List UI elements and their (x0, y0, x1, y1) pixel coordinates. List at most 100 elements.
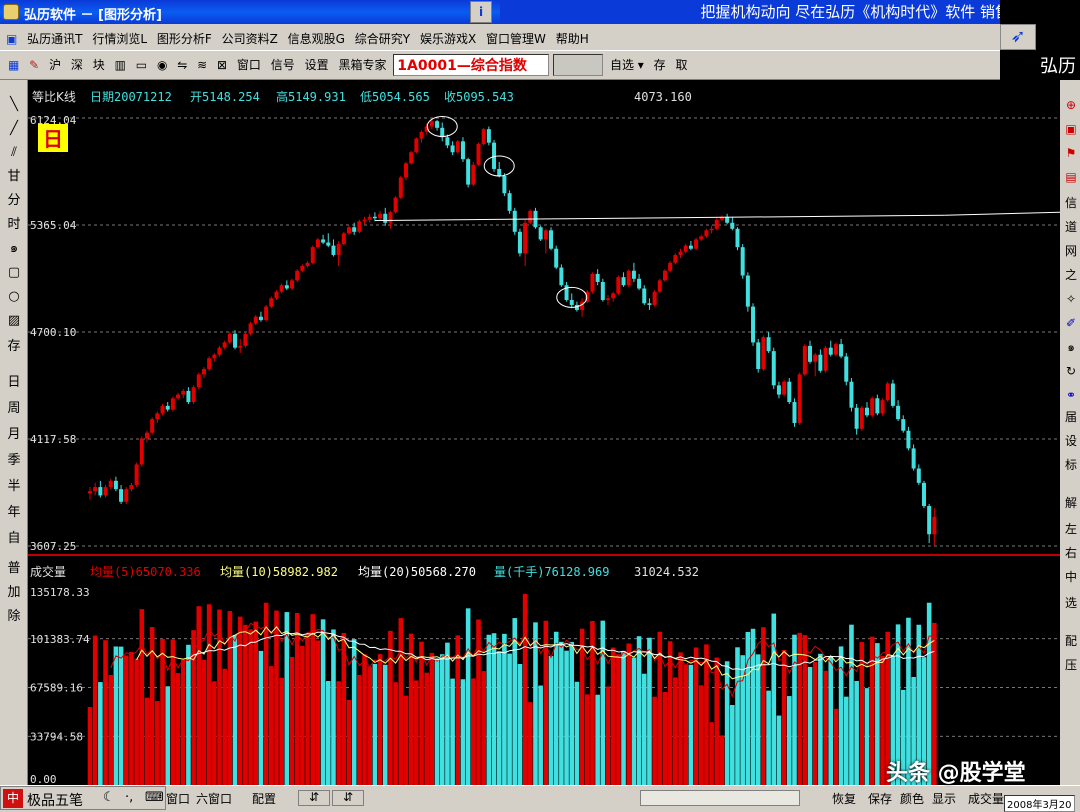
right-tool-she[interactable]: 设 (1062, 430, 1080, 452)
candle-body (388, 212, 393, 223)
toolbar-window[interactable]: 窗口 (234, 54, 264, 76)
right-tool-jiejie[interactable]: 解 (1062, 492, 1080, 514)
candle-body (429, 121, 434, 127)
spiral-tool-icon[interactable]: ๑ (2, 238, 26, 260)
code-extra-field[interactable] (553, 54, 604, 76)
status-volume[interactable]: 成交量 (968, 790, 1004, 807)
circle-tool-icon[interactable]: ○ (2, 286, 26, 308)
right-tool-wang[interactable]: 网 (1062, 240, 1080, 262)
status-color[interactable]: 颜色 (900, 790, 924, 807)
period-week[interactable]: 周 (2, 398, 26, 420)
pointer-icon[interactable]: ✧ (1062, 288, 1080, 310)
status-restore[interactable]: 恢复 (832, 790, 856, 807)
menu-item-help[interactable]: 帮助H (553, 24, 592, 47)
period-year[interactable]: 年 (2, 502, 26, 524)
period-month[interactable]: 月 (2, 424, 26, 446)
grid-icon[interactable]: ▦ (0, 54, 22, 76)
period-quarter[interactable]: 季 (2, 450, 26, 472)
status-config[interactable]: 配置 (252, 790, 276, 807)
adjust-normal[interactable]: 普 (2, 558, 26, 580)
box-icon[interactable]: ▣ (1062, 118, 1080, 140)
menu-item-games[interactable]: 娱乐游戏X (417, 24, 479, 47)
right-tool-dao[interactable]: 道 (1062, 216, 1080, 238)
ray-tool-icon[interactable]: ╱ (2, 118, 26, 140)
adjust-remove[interactable]: 除 (2, 606, 26, 628)
chart-area[interactable]: 6124.04 5365.04 4700.10 4117.58 3607.25 1351… (28, 80, 1060, 785)
pattern-icon[interactable]: ≋ (194, 54, 210, 76)
pen-icon[interactable]: ✐ (1062, 312, 1080, 334)
menu-item-quotes[interactable]: 行情浏览L (89, 24, 150, 47)
left-tool-save[interactable]: 存 (2, 336, 26, 358)
load-button[interactable]: 取 (673, 54, 691, 76)
candle-body (512, 210, 517, 232)
left-tool-fen[interactable]: 分 (2, 190, 26, 212)
grid2-icon[interactable]: ▤ (1062, 166, 1080, 188)
scrollbar[interactable] (640, 790, 800, 806)
right-tool-right[interactable]: 右 (1062, 542, 1080, 564)
adjust-add[interactable]: 加 (2, 582, 26, 604)
keyboard-icon[interactable]: ⌨ (145, 790, 164, 805)
status-six-window[interactable]: 六窗口 (196, 790, 232, 807)
period-half[interactable]: 半 (2, 476, 26, 498)
volume-bar (688, 664, 694, 785)
ime-bar[interactable]: 中 极品五笔 ☾ ·, ⌨ (0, 786, 166, 810)
line-tool-icon[interactable]: ╲ (2, 94, 26, 116)
toolbar-settings[interactable]: 设置 (302, 54, 332, 76)
spin-down-icon[interactable]: ⇵ (332, 790, 364, 806)
right-tool-zhi[interactable]: 之 (1062, 264, 1080, 286)
right-tool-left[interactable]: 左 (1062, 518, 1080, 540)
moon-icon[interactable]: ☾ (103, 790, 115, 805)
watchlist-select[interactable]: 自选 ▾ (607, 54, 647, 76)
close-box-icon[interactable]: ⊠ (214, 54, 230, 76)
right-tool-select[interactable]: 选 (1062, 592, 1080, 614)
toolbar-blackbox[interactable]: 黑箱专家 (335, 54, 389, 76)
left-tool-shi[interactable]: 时 (2, 214, 26, 236)
candle-body (600, 281, 605, 300)
volume-bar (600, 620, 606, 785)
right-tool-pei[interactable]: 配 (1062, 630, 1080, 652)
candle-body (927, 506, 932, 535)
menu-item-info[interactable]: 信息观股G (285, 24, 348, 47)
status-window[interactable]: 窗口 (166, 790, 190, 807)
right-tool-biao[interactable]: 标 (1062, 454, 1080, 476)
right-tool-center[interactable]: 中 (1062, 566, 1080, 588)
save-button[interactable]: 存 (651, 54, 669, 76)
status-display[interactable]: 显示 (932, 790, 956, 807)
right-tool-jie[interactable]: 届 (1062, 406, 1080, 428)
toolbar-sz[interactable]: 深 (68, 54, 86, 76)
erase-tool-icon[interactable]: ▨ (2, 310, 26, 332)
link-icon[interactable]: ⚭ (1062, 384, 1080, 406)
parallel-tool-icon[interactable]: ⫽ (2, 142, 26, 164)
tool-icon[interactable]: ✎ (26, 54, 42, 76)
kline-chart[interactable]: 6124.045365.044700.104117.583607.25 1351… (28, 80, 1060, 785)
toolbar-sh[interactable]: 沪 (46, 54, 64, 76)
folder-icon[interactable]: ▭ (133, 54, 150, 76)
stock-code-field[interactable]: 1A0001—综合指数 (393, 54, 550, 76)
spin-up-icon[interactable]: ⇵ (298, 790, 330, 806)
menu-icon[interactable]: ▣ (0, 26, 20, 46)
refresh-icon[interactable]: ↻ (1062, 360, 1080, 382)
right-tool-ya[interactable]: 压 (1062, 654, 1080, 676)
zoom-icon[interactable]: ⇋ (174, 54, 190, 76)
left-tool-gan[interactable]: 甘 (2, 166, 26, 188)
menu-item-research[interactable]: 综合研究Y (352, 24, 413, 47)
menu-item-company[interactable]: 公司资料Z (219, 24, 281, 47)
info-button[interactable]: i (470, 1, 492, 23)
flag-icon[interactable]: ⚑ (1062, 142, 1080, 164)
period-day[interactable]: 日 (2, 372, 26, 394)
punct-icon[interactable]: ·, (125, 790, 133, 805)
toolbar-block[interactable]: 块 (90, 54, 108, 76)
status-save[interactable]: 保存 (868, 790, 892, 807)
bar-chart-icon[interactable]: ▥ (112, 54, 129, 76)
menu-item-comm[interactable]: 弘历通讯T (24, 24, 85, 47)
menu-item-chart[interactable]: 图形分析F (154, 24, 215, 47)
right-tool-xin[interactable]: 信 (1062, 192, 1080, 214)
rect-tool-icon[interactable]: ▢ (2, 262, 26, 284)
eye-icon[interactable]: ◉ (154, 54, 170, 76)
toolbar-signal[interactable]: 信号 (268, 54, 298, 76)
target-icon[interactable]: ⊕ (1062, 94, 1080, 116)
spiral2-icon[interactable]: ๑ (1062, 336, 1080, 358)
menu-item-window[interactable]: 窗口管理W (483, 24, 549, 47)
candle-body (916, 468, 921, 483)
period-custom[interactable]: 自 (2, 528, 26, 550)
